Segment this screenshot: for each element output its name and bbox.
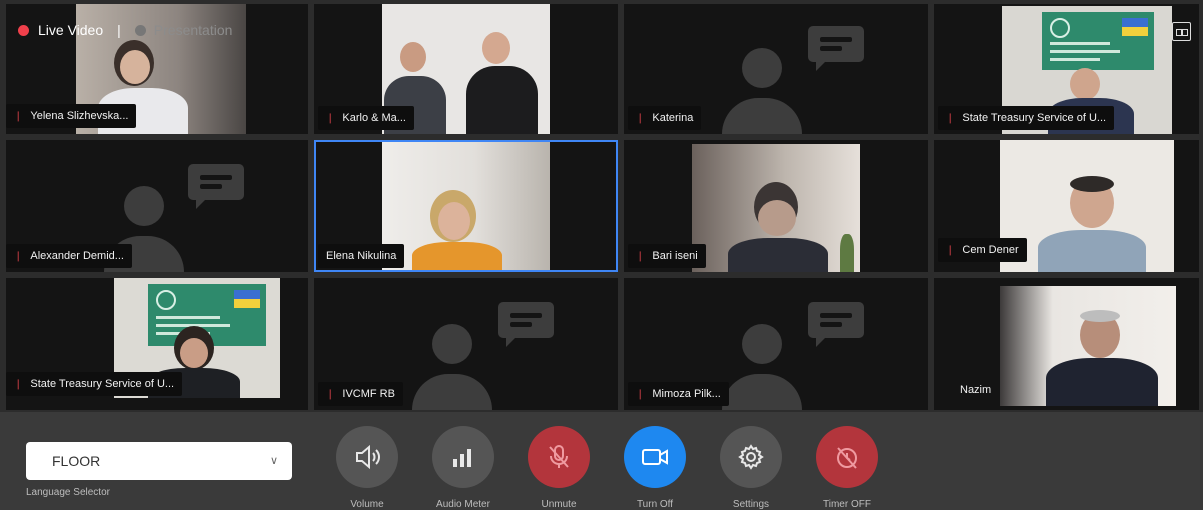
chat-bubble-icon [808,302,864,347]
live-video-tab[interactable]: Live Video [38,22,103,38]
mic-off-icon: ❘ [326,389,335,400]
language-selector[interactable]: FLOOR ∨ [26,442,292,480]
settings-button[interactable]: Settings [719,426,783,510]
participant-tile[interactable]: ❘ Cem Dener [934,140,1199,272]
video-grid: ❘ Yelena Slizhevska... ❘ Karlo & Ma... ❘ Ka… [0,0,1203,412]
avatar-placeholder-icon [742,48,782,88]
unmute-label: Unmute [541,499,577,510]
timer-off-icon [816,426,878,488]
participant-name-tag: ❘ IVCMF RB [318,382,403,406]
timer-off-label: Timer OFF [823,499,871,510]
audio-meter-label: Audio Meter [436,499,490,510]
mic-off-icon: ❘ [636,389,645,400]
volume-button[interactable]: Volume [335,426,399,510]
participant-name-tag: ❘ State Treasury Service of U... [938,106,1115,130]
turn-off-label: Turn Off [636,499,674,510]
banner-image [1042,12,1154,70]
unmute-button[interactable]: Unmute [527,426,591,510]
language-selector-label: Language Selector [26,487,110,498]
avatar-placeholder-icon [432,324,472,364]
chat-bubble-icon [188,164,244,209]
participant-name-tag: ❘ Karlo & Ma... [318,106,414,130]
mic-off-icon: ❘ [636,251,645,262]
participant-tile[interactable]: Nazim [934,278,1199,410]
participant-tile[interactable]: ❘ Karlo & Ma... [314,4,618,134]
audio-meter-button[interactable]: Audio Meter [431,426,495,510]
presentation-tab[interactable]: Presentation [154,22,233,38]
view-mode-toggle[interactable]: Live Video | Presentation [18,22,232,38]
mic-off-icon: ❘ [14,111,23,122]
gear-icon [720,426,782,488]
mic-off-icon: ❘ [14,251,23,262]
participant-tile[interactable]: ❘ Alexander Demid... [6,140,308,272]
participant-name-tag: ❘ State Treasury Service of U... [6,372,183,396]
mic-off-icon: ❘ [326,113,335,124]
separator: | [117,22,121,38]
audio-meter-icon [432,426,494,488]
participant-tile[interactable]: ❘ IVCMF RB [314,278,618,410]
live-indicator-icon [18,24,29,36]
participant-tile-active-speaker[interactable]: Elena Nikulina [314,140,618,272]
control-bar: FLOOR ∨ Language Selector Volume Audio M… [0,412,1203,510]
participant-video [1000,286,1176,406]
mic-off-icon: ❘ [946,245,955,256]
participant-tile[interactable]: ❘ Mimoza Pilk... [624,278,928,410]
participant-name-tag: Nazim [960,384,992,396]
participant-video [382,142,550,270]
participant-name-tag: ❘ Mimoza Pilk... [628,382,729,406]
layout-toggle-icon[interactable] [1172,22,1191,41]
avatar-placeholder-body [722,374,802,410]
chevron-down-icon: ∨ [269,455,278,467]
mic-off-icon: ❘ [636,113,645,124]
volume-label: Volume [350,499,384,510]
camera-icon [624,426,686,488]
participant-name-tag: ❘ Alexander Demid... [6,244,132,268]
mic-off-icon: ❘ [14,379,23,390]
participant-name-tag: ❘ Yelena Slizhevska... [6,104,137,128]
presentation-indicator-icon [134,24,146,36]
participant-name-tag: ❘ Cem Dener [938,238,1027,262]
language-selected-value: FLOOR [52,453,101,469]
participant-tile[interactable]: ❘ Katerina [624,4,928,134]
avatar-placeholder-body [412,374,492,410]
participant-tile[interactable]: ❘ Bari iseni [624,140,928,272]
mic-off-icon [528,426,590,488]
participant-video [692,144,860,272]
participant-tile[interactable]: ❘ State Treasury Service of U... [6,278,308,410]
mic-off-icon: ❘ [946,113,955,124]
timer-off-button[interactable]: Timer OFF [815,426,879,510]
chat-bubble-icon [498,302,554,347]
volume-icon [336,426,398,488]
chat-bubble-icon [808,26,864,71]
settings-label: Settings [732,499,770,510]
avatar-placeholder-icon [124,186,164,226]
avatar-placeholder-body [722,98,802,134]
participant-tile[interactable]: ❘ State Treasury Service of U... [934,4,1199,134]
avatar-placeholder-icon [742,324,782,364]
turn-off-camera-button[interactable]: Turn Off [623,426,687,510]
participant-name-tag: Elena Nikulina [318,244,405,268]
participant-name-tag: ❘ Katerina [628,106,702,130]
participant-name-tag: ❘ Bari iseni [628,244,706,268]
